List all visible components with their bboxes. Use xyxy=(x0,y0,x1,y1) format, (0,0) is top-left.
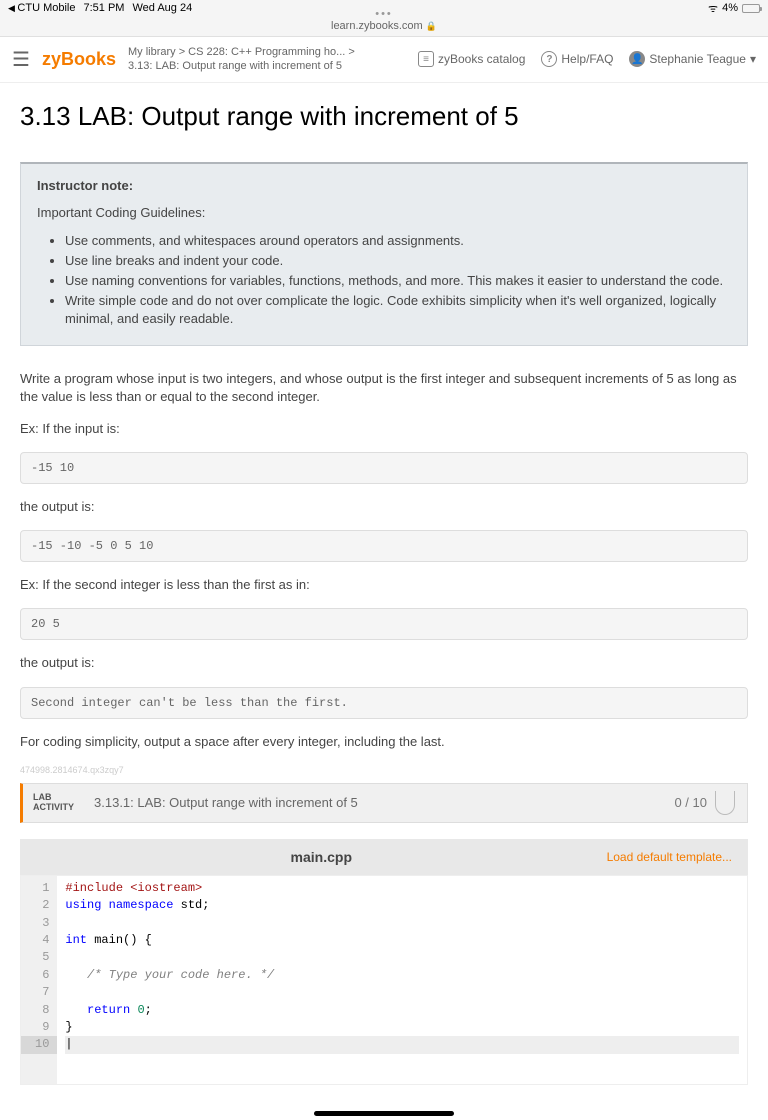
line-gutter: 12345678910 xyxy=(21,876,57,1084)
battery-icon xyxy=(742,4,760,13)
browser-url-bar[interactable]: ••• learn.zybooks.com 🔒 xyxy=(0,16,768,37)
output-label: the output is: xyxy=(20,654,748,672)
catalog-link[interactable]: ≡ zyBooks catalog xyxy=(418,51,525,67)
example-output: -15 -10 -5 0 5 10 xyxy=(20,530,748,562)
guidelines-list: Use comments, and whitespaces around ope… xyxy=(65,232,731,329)
shield-icon xyxy=(715,791,735,815)
problem-footer: For coding simplicity, output a space af… xyxy=(20,733,748,751)
lab-badge: LABACTIVITY xyxy=(23,793,84,813)
code-editor[interactable]: 12345678910 #include <iostream> using na… xyxy=(20,875,748,1085)
menu-icon[interactable]: ☰ xyxy=(12,47,30,72)
note-title: Instructor note: xyxy=(37,178,731,193)
url-text: learn.zybooks.com xyxy=(331,20,423,32)
help-link[interactable]: ? Help/FAQ xyxy=(541,51,613,67)
breadcrumb-top: My library > CS 228: C++ Programming ho.… xyxy=(128,45,406,59)
example-label: Ex: If the input is: xyxy=(20,420,748,438)
problem-intro: Write a program whose input is two integ… xyxy=(20,370,748,406)
zybooks-logo[interactable]: zyBooks xyxy=(42,49,116,70)
example-output: Second integer can't be less than the fi… xyxy=(20,687,748,719)
list-item: Use comments, and whitespaces around ope… xyxy=(65,232,731,250)
editor-file-bar: main.cpp Load default template... xyxy=(20,839,748,875)
chevron-down-icon: ▾ xyxy=(750,52,756,66)
lab-activity-header: LABACTIVITY 3.13.1: LAB: Output range wi… xyxy=(20,783,748,823)
breadcrumb-sub: 3.13: LAB: Output range with increment o… xyxy=(128,59,406,73)
browser-menu-icon[interactable]: ••• xyxy=(375,8,393,20)
example-label: Ex: If the second integer is less than t… xyxy=(20,576,748,594)
instructor-note: Instructor note: Important Coding Guidel… xyxy=(20,162,748,346)
watermark: 474998.2814674.qx3zqy7 xyxy=(20,765,748,775)
page-title: 3.13 LAB: Output range with increment of… xyxy=(20,101,748,132)
output-label: the output is: xyxy=(20,498,748,516)
status-date: Wed Aug 24 xyxy=(132,2,192,14)
code-area[interactable]: #include <iostream> using namespace std;… xyxy=(57,876,747,1084)
filename: main.cpp xyxy=(36,849,607,865)
breadcrumb[interactable]: My library > CS 228: C++ Programming ho.… xyxy=(128,45,406,74)
list-item: Use line breaks and indent your code. xyxy=(65,252,731,270)
ipad-home-indicator[interactable] xyxy=(314,1111,454,1116)
example-input: 20 5 xyxy=(20,608,748,640)
user-menu[interactable]: 👤 Stephanie Teague ▾ xyxy=(629,51,756,67)
status-time: 7:51 PM xyxy=(84,2,125,14)
lab-title: 3.13.1: LAB: Output range with increment… xyxy=(84,795,674,810)
person-icon: 👤 xyxy=(629,51,645,67)
site-nav: ☰ zyBooks My library > CS 228: C++ Progr… xyxy=(0,37,768,83)
back-app[interactable]: CTU Mobile xyxy=(8,2,76,14)
guidelines-title: Important Coding Guidelines: xyxy=(37,205,731,220)
lock-icon: 🔒 xyxy=(426,21,437,31)
lab-score: 0 / 10 xyxy=(674,795,707,810)
battery-pct: 4% xyxy=(722,2,738,14)
load-template-link[interactable]: Load default template... xyxy=(607,850,732,864)
list-item: Write simple code and do not over compli… xyxy=(65,292,731,328)
help-icon: ? xyxy=(541,51,557,67)
wifi-icon: ᯤ xyxy=(708,1,718,16)
list-item: Use naming conventions for variables, fu… xyxy=(65,272,731,290)
example-input: -15 10 xyxy=(20,452,748,484)
catalog-icon: ≡ xyxy=(418,51,434,67)
